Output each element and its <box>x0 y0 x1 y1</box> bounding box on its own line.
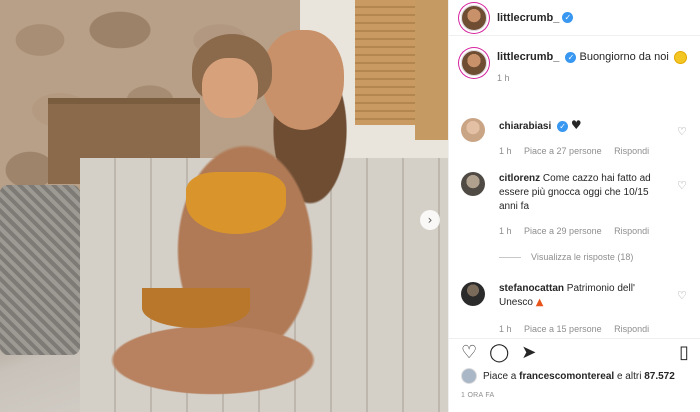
black-heart-icon: ♥ <box>570 118 582 132</box>
likes-summary: Piace a francescomontereal e altri 87.57… <box>461 368 675 384</box>
sun-emoji-icon <box>674 51 686 63</box>
verified-icon: ✓ <box>557 120 569 132</box>
next-arrow-icon[interactable]: › <box>420 210 440 230</box>
action-bar: ♡ ◯ ➤ ▯ <box>449 338 700 366</box>
caption-body: Buongiorno da noi <box>579 51 669 63</box>
view-replies-label[interactable]: Visualizza le risposte (18) <box>531 252 633 262</box>
reply-button[interactable]: Rispondi <box>614 146 649 156</box>
verified-icon: ✓ <box>562 12 574 23</box>
likes-count[interactable]: 87.572 <box>644 371 675 382</box>
comment-likes[interactable]: Piace a 27 persone <box>524 146 602 156</box>
verified-icon: ✓ <box>565 51 577 63</box>
view-replies-link[interactable]: Visualizza le risposte (18) <box>499 252 633 262</box>
comment-time: 1 h <box>499 324 512 334</box>
heart-icon[interactable]: ♡ <box>677 126 689 138</box>
comment-meta: 1 h Piace a 29 persone Rispondi <box>499 224 669 238</box>
caption-username[interactable]: littlecrumb_ <box>497 51 559 63</box>
reply-button[interactable]: Rispondi <box>614 324 649 334</box>
caption-text: littlecrumb_ ✓ Buongiorno da noi <box>497 50 686 65</box>
comment-username[interactable]: citlorenz <box>499 173 540 184</box>
comment-likes[interactable]: Piace a 15 persone <box>524 324 602 334</box>
post-photo[interactable]: › <box>0 0 448 412</box>
comment-username[interactable]: chiarabiasi <box>499 121 551 132</box>
comment-username[interactable]: stefanocattan <box>499 283 564 294</box>
list-item: stefanocattan Patrimonio dell' Unesco ▲ … <box>449 282 700 336</box>
child-face <box>202 58 258 118</box>
likes-suffix: e altri <box>616 370 642 382</box>
avatar[interactable] <box>461 4 487 31</box>
list-item: citlorenz Come cazzo hai fatto ad essere… <box>449 172 700 238</box>
post-timestamp: 1 ORA FA <box>461 392 495 399</box>
comment-meta: 1 h Piace a 15 persone Rispondi <box>499 322 669 336</box>
comment-meta: 1 h Piace a 27 persone Rispondi <box>499 144 669 158</box>
comment-time: 1 h <box>499 226 512 236</box>
post-panel: littlecrumb_ ✓ littlecrumb_ ✓ Buongiorno… <box>448 0 700 412</box>
comment-likes[interactable]: Piace a 29 persone <box>524 226 602 236</box>
commenter-avatar[interactable] <box>461 118 485 142</box>
share-icon[interactable]: ➤ <box>521 343 536 362</box>
commenter-avatar[interactable] <box>461 282 485 306</box>
comment-time: 1 h <box>499 146 512 156</box>
heart-icon[interactable]: ♡ <box>461 343 477 362</box>
bookmark-icon[interactable]: ▯ <box>679 343 689 362</box>
reply-button[interactable]: Rispondi <box>614 226 649 236</box>
liker-avatar[interactable] <box>461 368 477 384</box>
comment-icon[interactable]: ◯ <box>489 343 509 362</box>
bikini-bottom <box>142 288 250 328</box>
post-username[interactable]: littlecrumb_ <box>497 12 559 24</box>
heart-icon[interactable]: ♡ <box>677 180 689 192</box>
caption-avatar[interactable] <box>461 50 487 76</box>
wooden-door <box>415 0 448 140</box>
bikini-top <box>186 172 286 234</box>
list-item: chiarabiasi ✓ ♥ 1 h Piace a 27 persone R… <box>449 118 700 158</box>
caption: littlecrumb_ ✓ Buongiorno da noi 1 h <box>449 36 700 83</box>
liker-username[interactable]: francescomontereal <box>519 371 614 382</box>
divider <box>499 256 521 258</box>
woman-face <box>262 30 344 130</box>
fire-emoji-icon: ▲ <box>535 297 544 308</box>
post-header: littlecrumb_ ✓ <box>449 0 700 36</box>
commenter-avatar[interactable] <box>461 172 485 196</box>
heart-icon[interactable]: ♡ <box>677 290 689 302</box>
likes-prefix: Piace a <box>483 370 517 382</box>
caption-time: 1 h <box>497 73 510 83</box>
